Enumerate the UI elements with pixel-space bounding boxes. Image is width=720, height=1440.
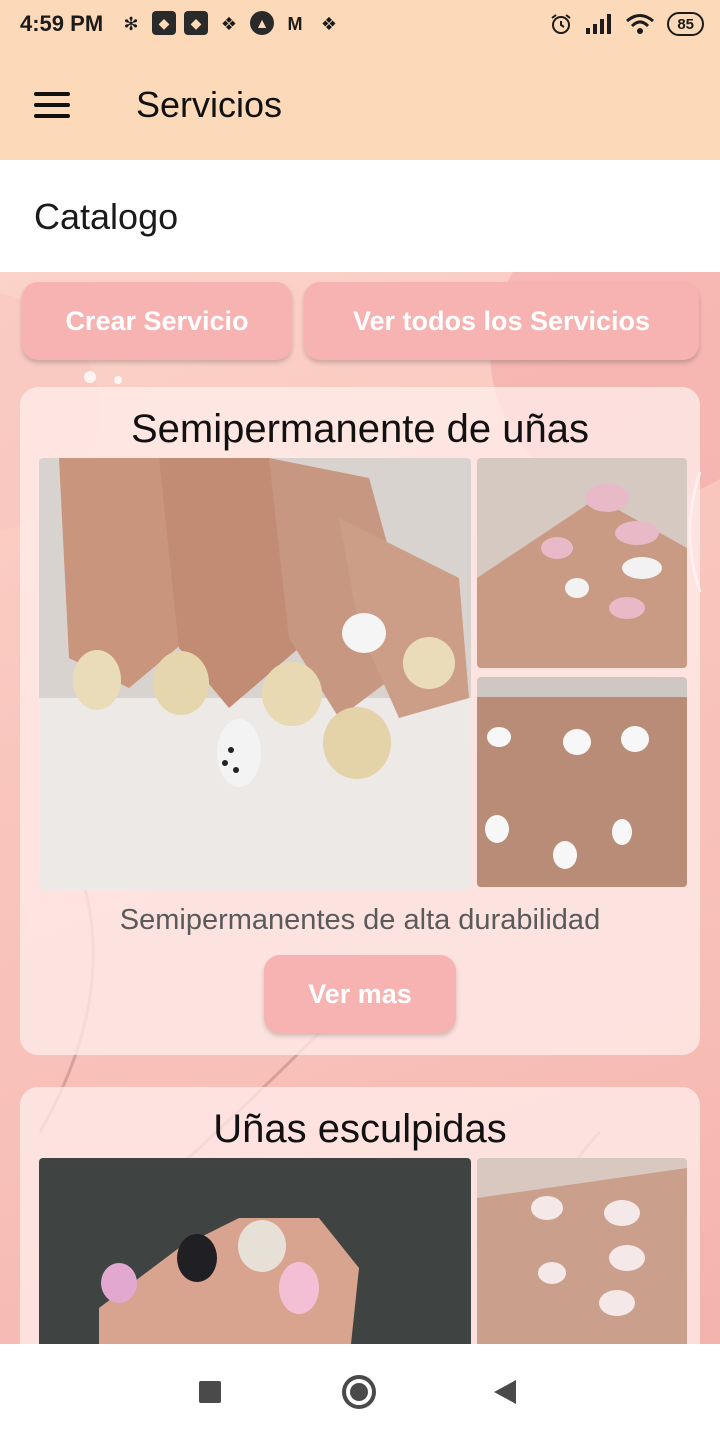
service-photo[interactable] <box>477 458 687 668</box>
service-photo[interactable] <box>477 1158 687 1344</box>
notification-icons: ✻ ◆ ◆ ❖ ▲ M ❖ <box>118 11 342 37</box>
app-icon: ◆ <box>152 11 176 35</box>
dropbox-icon: ❖ <box>220 13 238 34</box>
app-bar: Servicios <box>0 52 720 160</box>
wifi-icon <box>626 14 655 34</box>
slack-icon: ✻ <box>123 13 139 34</box>
service-card[interactable]: Uñas esculpidas <box>20 1087 700 1344</box>
create-service-button[interactable]: Crear Servicio <box>22 282 292 360</box>
service-card[interactable]: Semipermanente de uñas Semipermanentes d… <box>20 387 700 1055</box>
dropbox-icon: ❖ <box>320 13 338 34</box>
status-right: 85 <box>549 12 704 36</box>
home-circle-icon[interactable] <box>342 1375 376 1409</box>
recents-square-icon[interactable] <box>199 1381 221 1403</box>
service-title: Semipermanente de uñas <box>130 407 590 451</box>
system-nav-bar <box>0 1344 720 1440</box>
see-more-button[interactable]: Ver mas <box>264 955 456 1033</box>
app-icon: ▲ <box>250 11 274 35</box>
view-all-services-button[interactable]: Ver todos los Servicios <box>304 282 699 360</box>
service-photo[interactable] <box>477 677 687 887</box>
signal-icon <box>586 14 612 34</box>
status-bar: 4:59 PM ✻ ◆ ◆ ❖ ▲ M ❖ 85 <box>0 0 720 52</box>
service-title: Uñas esculpidas <box>213 1107 507 1151</box>
service-main-photo[interactable] <box>39 1158 471 1344</box>
service-main-photo[interactable] <box>39 458 471 890</box>
status-time: 4:59 PM <box>20 11 104 36</box>
battery-indicator: 85 <box>667 12 704 36</box>
catalog-content[interactable]: Crear Servicio Ver todos los Servicios S… <box>0 272 720 1344</box>
hamburger-menu-icon[interactable] <box>34 92 70 118</box>
app-bar-title: Servicios <box>136 84 283 125</box>
service-description: Semipermanentes de alta durabilidad <box>119 904 601 936</box>
page-title: Catalogo <box>34 196 179 237</box>
alarm-icon <box>551 14 571 34</box>
back-triangle-icon[interactable] <box>494 1380 516 1404</box>
gmail-icon: M <box>287 13 303 34</box>
app-icon: ◆ <box>184 11 208 35</box>
